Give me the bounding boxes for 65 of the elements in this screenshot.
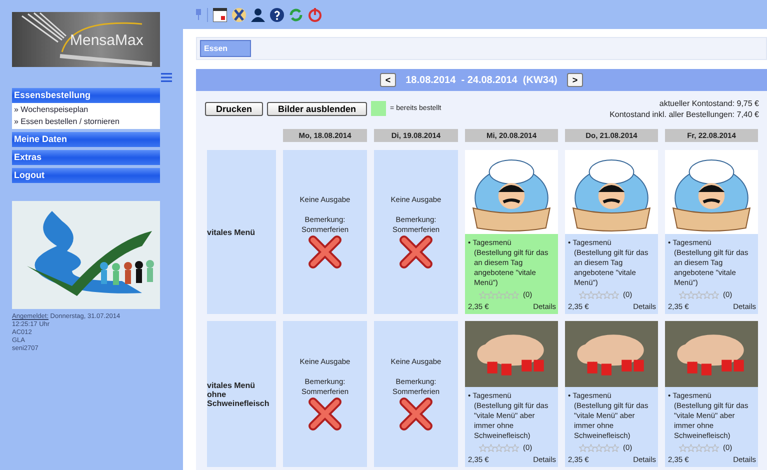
- action-button[interactable]: Drucken: [205, 102, 264, 116]
- star-rating[interactable]: [479, 444, 519, 452]
- week-range: 18.08.2014 - 24.08.2014 (KW34): [406, 74, 558, 86]
- cross-icon: [399, 397, 433, 431]
- star-icon[interactable]: [487, 444, 495, 452]
- star-icon[interactable]: [511, 291, 519, 299]
- star-icon[interactable]: [503, 444, 511, 452]
- star-icon[interactable]: [611, 291, 619, 299]
- balance-text: Kontostand inkl. aller Bestellungen: 7,40 €: [610, 108, 759, 120]
- star-rating[interactable]: [679, 291, 719, 299]
- star-icon[interactable]: [611, 444, 619, 452]
- star-icon[interactable]: [603, 291, 611, 299]
- cross-icon: [308, 235, 342, 269]
- calendar-icon[interactable]: [213, 8, 227, 22]
- star-icon[interactable]: [603, 444, 611, 452]
- user-icon[interactable]: [251, 8, 265, 22]
- cross-icon: [399, 235, 433, 269]
- star-icon[interactable]: [595, 444, 603, 452]
- star-icon[interactable]: [679, 291, 687, 299]
- star-icon[interactable]: [579, 444, 587, 452]
- star-icon[interactable]: [703, 444, 711, 452]
- star-icon[interactable]: [495, 291, 503, 299]
- menu-item[interactable]: » Essen bestellen / stornieren: [12, 116, 160, 128]
- star-icon[interactable]: [587, 291, 595, 299]
- star-icon[interactable]: [495, 444, 503, 452]
- menu-section[interactable]: Logout: [12, 168, 160, 183]
- star-icon[interactable]: [711, 291, 719, 299]
- help-icon[interactable]: [270, 8, 284, 22]
- meal-label: vitales Menü ohne Schweinefleisch: [207, 321, 276, 467]
- tools-icon[interactable]: [232, 8, 246, 22]
- balance-text: aktueller Kontostand: 9,75 €: [658, 98, 759, 108]
- next-week-button[interactable]: >: [567, 73, 583, 87]
- power-icon[interactable]: [308, 8, 322, 22]
- star-icon[interactable]: [579, 291, 587, 299]
- star-icon[interactable]: [595, 291, 603, 299]
- logo-text: MensaMax: [70, 32, 144, 49]
- star-icon[interactable]: [695, 444, 703, 452]
- action-button[interactable]: Bilder ausblenden: [267, 102, 368, 116]
- star-icon[interactable]: [503, 291, 511, 299]
- menu-section[interactable]: Meine Daten: [12, 132, 160, 147]
- star-icon[interactable]: [687, 291, 695, 299]
- star-icon[interactable]: [703, 291, 711, 299]
- star-icon[interactable]: [711, 444, 719, 452]
- star-icon[interactable]: [687, 444, 695, 452]
- star-icon[interactable]: [487, 291, 495, 299]
- menu-icon[interactable]: [161, 73, 172, 82]
- cross-icon: [308, 397, 342, 431]
- star-icon[interactable]: [695, 291, 703, 299]
- ordered-swatch: [371, 101, 386, 116]
- refresh-icon[interactable]: [289, 8, 303, 22]
- star-icon[interactable]: [479, 291, 487, 299]
- meal-label: vitales Menü: [207, 150, 276, 314]
- star-rating[interactable]: [479, 291, 519, 299]
- previous-week-button[interactable]: <: [380, 73, 396, 87]
- menu-section[interactable]: Essensbestellung: [12, 88, 160, 103]
- star-rating[interactable]: [679, 444, 719, 452]
- menu-item[interactable]: » Wochenspeiseplan: [12, 104, 160, 116]
- star-icon[interactable]: [587, 444, 595, 452]
- star-icon[interactable]: [479, 444, 487, 452]
- menu-section[interactable]: Extras: [12, 150, 160, 165]
- star-icon[interactable]: [679, 444, 687, 452]
- star-rating[interactable]: [579, 291, 619, 299]
- star-icon[interactable]: [511, 444, 519, 452]
- pin-icon[interactable]: [195, 9, 202, 20]
- star-rating[interactable]: [579, 444, 619, 452]
